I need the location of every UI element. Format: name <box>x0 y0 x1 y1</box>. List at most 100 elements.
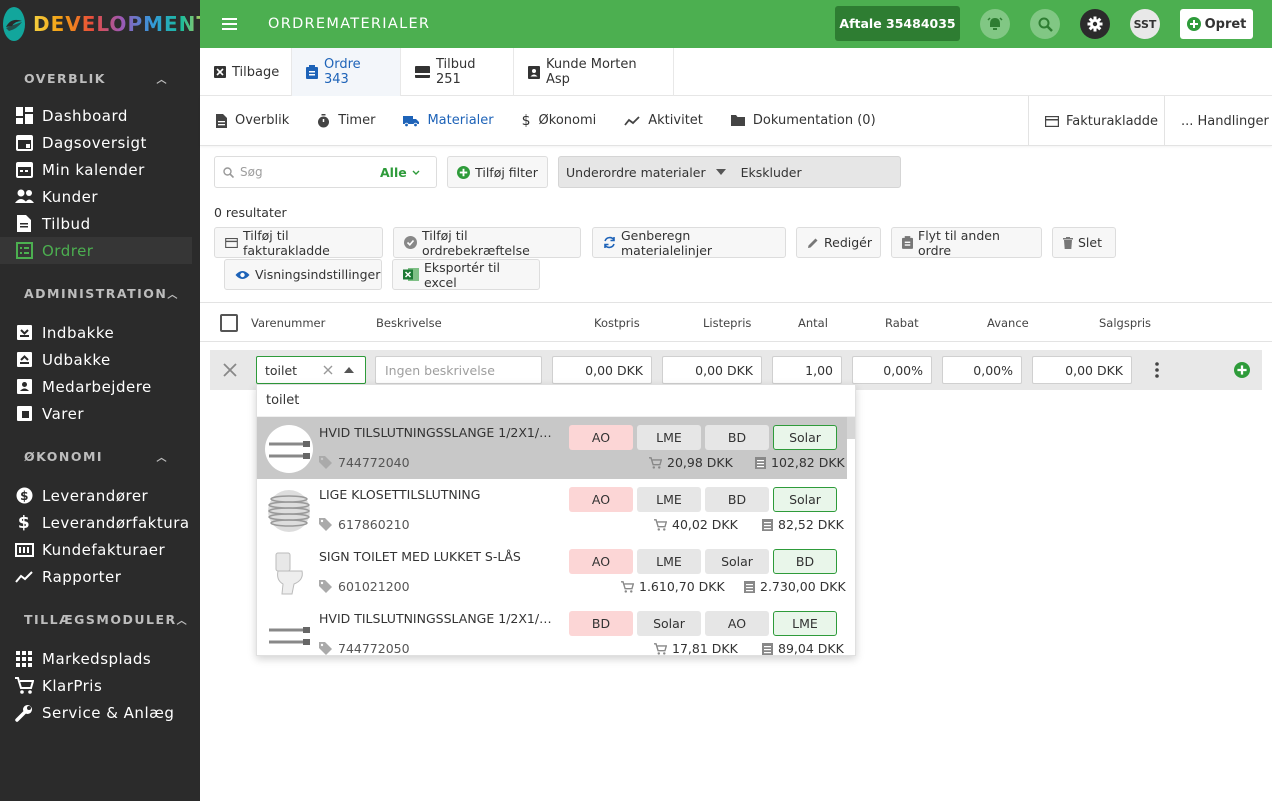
column-header-avance[interactable]: Avance <box>987 316 1029 330</box>
settings-button[interactable] <box>1080 9 1110 39</box>
tab-tilbage[interactable]: Tilbage <box>200 48 292 96</box>
wrench-icon <box>14 703 34 723</box>
suggestion-item[interactable]: LIGE KLOSETTILSLUTNING 617860210 AO LME … <box>257 479 847 541</box>
suborder-materials-filter[interactable]: Underordre materialer Ekskluder <box>558 156 901 188</box>
close-icon[interactable] <box>223 363 237 377</box>
sidebar-item-kunder[interactable]: Kunder <box>0 183 192 210</box>
move-to-other-order-button[interactable]: Flyt til anden ordre <box>891 227 1042 258</box>
cost-price-input[interactable]: 0,00 DKK <box>552 356 652 384</box>
supplier-chip-selected[interactable]: BD <box>773 549 837 574</box>
create-button[interactable]: Opret <box>1180 9 1253 39</box>
section-okonomi[interactable]: ØKONOMI ︿ <box>0 443 200 470</box>
sidebar-item-tilbud[interactable]: Tilbud <box>0 210 192 237</box>
add-row-icon[interactable] <box>1234 362 1250 378</box>
column-header-rabat[interactable]: Rabat <box>885 316 919 330</box>
edit-button[interactable]: Redigér <box>796 227 881 258</box>
tab-overblik[interactable]: Overblik <box>200 96 301 146</box>
search-field[interactable]: Alle <box>214 156 437 188</box>
select-all-checkbox[interactable] <box>220 314 238 332</box>
section-administration[interactable]: ADMINISTRATION ︿ <box>0 280 200 307</box>
supplier-chip[interactable]: AO <box>705 611 769 636</box>
recalculate-lines-button[interactable]: Genberegn materialelinjer <box>592 227 786 258</box>
list-price-input[interactable]: 0,00 DKK <box>662 356 762 384</box>
suggestion-item[interactable]: SIGN TOILET MED LUKKET S-LÅS 601021200 A… <box>257 541 847 603</box>
margin-input[interactable]: 0,00% <box>942 356 1022 384</box>
view-settings-button[interactable]: Visningsindstillinger <box>224 259 382 290</box>
export-excel-button[interactable]: Eksportér til excel <box>392 259 540 290</box>
sidebar-item-varer[interactable]: Varer <box>0 400 192 427</box>
sidebar-item-klarpris[interactable]: KlarPris <box>0 672 192 699</box>
menu-icon[interactable] <box>200 18 258 30</box>
supplier-chip[interactable]: BD <box>569 611 633 636</box>
sidebar-item-dashboard[interactable]: Dashboard <box>0 102 192 129</box>
supplier-chip-selected[interactable]: LME <box>773 611 837 636</box>
add-to-order-confirmation-button[interactable]: Tilføj til ordrebekræftelse <box>393 227 581 258</box>
sidebar-item-dagsoversigt[interactable]: Dagsoversigt <box>0 129 192 156</box>
quantity-input[interactable]: 1,00 <box>772 356 842 384</box>
sidebar-item-markedsplads[interactable]: Markedsplads <box>0 645 192 672</box>
supplier-chip[interactable]: BD <box>705 425 769 450</box>
sale-price-input[interactable]: 0,00 DKK <box>1032 356 1132 384</box>
supplier-chip[interactable]: AO <box>569 487 633 512</box>
add-to-invoice-draft-button[interactable]: Tilføj til fakturakladde <box>214 227 383 258</box>
tab-okonomi[interactable]: $ Økonomi <box>506 96 609 146</box>
suggestion-item[interactable]: HVID TILSLUTNINGSSLANGE 1/2X1/2 400... 7… <box>257 417 847 479</box>
more-vertical-icon[interactable] <box>1155 362 1159 378</box>
tab-tilbud[interactable]: Tilbud 251 <box>401 48 514 96</box>
section-tillaegsmoduler[interactable]: TILLÆGSMODULER ︿ <box>0 606 200 633</box>
add-filter-button[interactable]: Tilføj filter <box>447 156 548 188</box>
tab-materialer[interactable]: Materialer <box>387 96 505 146</box>
item-number-input[interactable]: toilet <box>256 356 366 384</box>
supplier-chip[interactable]: Solar <box>705 549 769 574</box>
column-header-varenummer[interactable]: Varenummer <box>251 316 325 330</box>
alarm-button[interactable] <box>980 9 1010 39</box>
scope-select[interactable]: Alle <box>380 165 420 180</box>
sidebar-item-leverandorer[interactable]: $ Leverandører <box>0 482 192 509</box>
description-input[interactable]: Ingen beskrivelse <box>375 356 542 384</box>
sidebar-item-leverandorfaktura[interactable]: $ Leverandørfaktura <box>0 509 192 536</box>
sidebar-item-indbakke[interactable]: Indbakke <box>0 319 192 346</box>
supplier-chip-selected[interactable]: Solar <box>773 487 837 512</box>
actions-menu-button[interactable]: ... Handlinger <box>1164 96 1272 146</box>
column-header-kostpris[interactable]: Kostpris <box>594 316 640 330</box>
sidebar-item-service-anlaeg[interactable]: Service & Anlæg <box>0 699 192 726</box>
clear-icon[interactable] <box>323 365 333 375</box>
sidebar-item-ordrer[interactable]: Ordrer <box>0 237 192 264</box>
search-button[interactable] <box>1030 9 1060 39</box>
tab-kunde[interactable]: Kunde Morten Asp <box>514 48 674 96</box>
section-overblik[interactable]: OVERBLIK ︿ <box>0 65 200 92</box>
sidebar-item-kundefakturaer[interactable]: Kundefakturaer <box>0 536 192 563</box>
sidebar-item-min-kalender[interactable]: Min kalender <box>0 156 192 183</box>
tab-aktivitet[interactable]: Aktivitet <box>608 96 715 146</box>
brand-logo[interactable]: DEVELOPMENT <box>0 0 210 48</box>
invoice-draft-button[interactable]: Fakturakladde <box>1028 96 1164 146</box>
caret-up-icon[interactable] <box>344 367 354 373</box>
dropdown-scrollbar[interactable] <box>847 417 855 439</box>
column-header-salgspris[interactable]: Salgspris <box>1099 316 1151 330</box>
column-header-listepris[interactable]: Listepris <box>703 316 751 330</box>
supplier-chip[interactable]: BD <box>705 487 769 512</box>
supplier-chip[interactable]: LME <box>637 487 701 512</box>
supplier-chip[interactable]: LME <box>637 549 701 574</box>
delete-button[interactable]: Slet <box>1052 227 1116 258</box>
supplier-chip[interactable]: AO <box>569 425 633 450</box>
badge-icon <box>14 377 34 397</box>
supplier-chip[interactable]: LME <box>637 425 701 450</box>
avatar[interactable]: SST <box>1130 9 1160 39</box>
sidebar-item-udbakke[interactable]: Udbakke <box>0 346 192 373</box>
agreement-button[interactable]: Aftale 35484035 <box>835 6 960 41</box>
column-header-beskrivelse[interactable]: Beskrivelse <box>376 316 442 330</box>
supplier-chip[interactable]: AO <box>569 549 633 574</box>
tab-timer[interactable]: Timer <box>301 96 387 146</box>
supplier-chip[interactable]: Solar <box>637 611 701 636</box>
sidebar-item-rapporter[interactable]: Rapporter <box>0 563 192 590</box>
suggestion-item[interactable]: HVID TILSLUTNINGSSLANGE 1/2X1/2 500... 7… <box>257 603 847 655</box>
tab-ordre[interactable]: Ordre 343 <box>292 48 401 96</box>
column-header-antal[interactable]: Antal <box>798 316 828 330</box>
supplier-chip-selected[interactable]: Solar <box>773 425 837 450</box>
sidebar-item-medarbejdere[interactable]: Medarbejdere <box>0 373 192 400</box>
tab-dokumentation[interactable]: Dokumentation (0) <box>715 96 888 146</box>
discount-input[interactable]: 0,00% <box>852 356 932 384</box>
trend-icon <box>624 115 640 126</box>
search-input[interactable] <box>240 165 380 179</box>
